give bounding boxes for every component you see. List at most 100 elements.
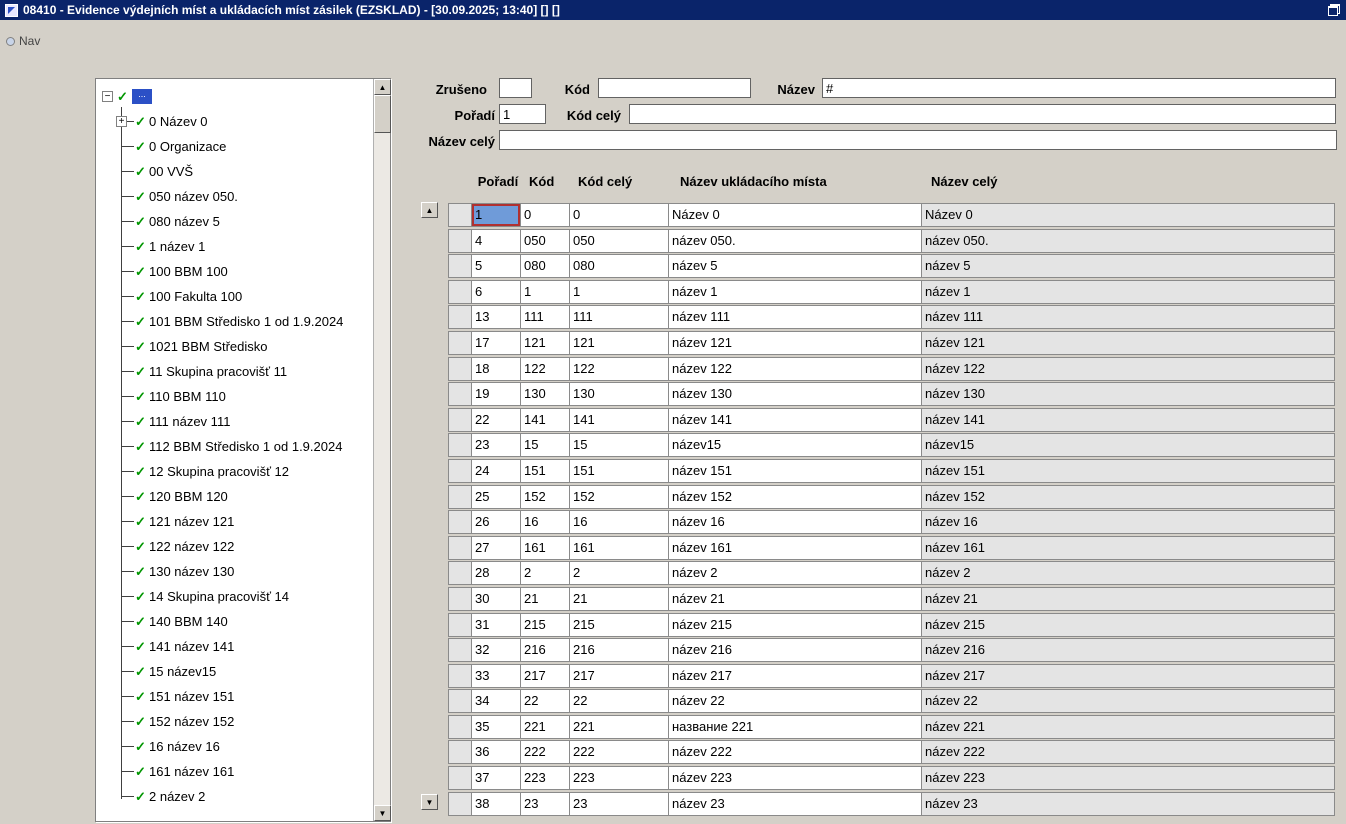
table-cell[interactable]: 050 bbox=[569, 228, 669, 253]
table-row[interactable]: 13 111 111 název 111 název 111 bbox=[448, 305, 1335, 330]
table-cell[interactable]: 2 bbox=[569, 561, 669, 586]
row-selector[interactable] bbox=[448, 612, 472, 637]
table-cell[interactable]: 217 bbox=[569, 663, 669, 688]
tree-item[interactable]: + ✓ 0 Organizace bbox=[96, 134, 373, 159]
table-cell[interactable]: název 1 bbox=[921, 279, 1335, 304]
table-row[interactable]: 30 21 21 název 21 název 21 bbox=[448, 586, 1335, 611]
table-row[interactable]: 23 15 15 název15 název15 bbox=[448, 433, 1335, 458]
row-selector[interactable] bbox=[448, 279, 472, 304]
table-cell[interactable]: název 151 bbox=[921, 458, 1335, 483]
row-selector[interactable] bbox=[448, 586, 472, 611]
tree-item-label[interactable]: 11 Skupina pracovišť 11 bbox=[149, 364, 287, 379]
tree-item[interactable]: + ✓ 122 název 122 bbox=[96, 534, 373, 559]
row-selector[interactable] bbox=[448, 433, 472, 458]
table-cell[interactable]: název 221 bbox=[921, 714, 1335, 739]
table-row[interactable]: 28 2 2 název 2 název 2 bbox=[448, 561, 1335, 586]
table-cell[interactable]: název 121 bbox=[668, 330, 922, 355]
tree-item-label[interactable]: 100 BBM 100 bbox=[149, 264, 228, 279]
table-cell[interactable]: 161 bbox=[520, 535, 570, 560]
table-row[interactable]: 33 217 217 název 217 název 217 bbox=[448, 663, 1335, 688]
table-cell[interactable]: název 216 bbox=[668, 638, 922, 663]
row-selector[interactable] bbox=[448, 561, 472, 586]
table-row[interactable]: 38 23 23 název 23 název 23 bbox=[448, 791, 1335, 816]
table-cell[interactable]: název 16 bbox=[921, 510, 1335, 535]
tree-item[interactable]: + ✓ 12 Skupina pracovišť 12 bbox=[96, 459, 373, 484]
tree-root-label[interactable]: ... bbox=[132, 89, 152, 104]
table-cell[interactable]: 1 bbox=[520, 279, 570, 304]
table-cell[interactable]: 19 bbox=[471, 382, 521, 407]
tree-item[interactable]: + ✓ 152 název 152 bbox=[96, 709, 373, 734]
tree-item[interactable]: + ✓ 050 název 050. bbox=[96, 184, 373, 209]
table-cell[interactable]: název 23 bbox=[668, 791, 922, 816]
row-selector[interactable] bbox=[448, 356, 472, 381]
table-cell[interactable]: název 111 bbox=[921, 305, 1335, 330]
table-cell[interactable]: 080 bbox=[569, 254, 669, 279]
tree-item-label[interactable]: 121 název 121 bbox=[149, 514, 234, 529]
table-cell[interactable]: 080 bbox=[520, 254, 570, 279]
table-cell[interactable]: 35 bbox=[471, 714, 521, 739]
tree-item[interactable]: + ✓ 121 název 121 bbox=[96, 509, 373, 534]
table-cell[interactable]: 36 bbox=[471, 740, 521, 765]
tree-item-label[interactable]: 152 název 152 bbox=[149, 714, 234, 729]
table-cell[interactable]: 130 bbox=[569, 382, 669, 407]
tree-item-label[interactable]: 130 název 130 bbox=[149, 564, 234, 579]
table-cell[interactable]: 21 bbox=[520, 586, 570, 611]
table-cell[interactable]: 18 bbox=[471, 356, 521, 381]
restore-window-button[interactable] bbox=[1327, 4, 1341, 16]
table-cell[interactable]: Název 0 bbox=[668, 203, 922, 227]
tree-item[interactable]: + ✓ 2 název 2 bbox=[96, 784, 373, 809]
table-row[interactable]: 36 222 222 název 222 název 222 bbox=[448, 740, 1335, 765]
row-selector[interactable] bbox=[448, 689, 472, 714]
table-cell[interactable]: 141 bbox=[569, 407, 669, 432]
tree-item-label[interactable]: 050 název 050. bbox=[149, 189, 238, 204]
table-row[interactable]: 26 16 16 název 16 název 16 bbox=[448, 510, 1335, 535]
table-cell[interactable]: 216 bbox=[569, 638, 669, 663]
tree-item[interactable]: + ✓ 11 Skupina pracovišť 11 bbox=[96, 359, 373, 384]
table-cell[interactable]: 24 bbox=[471, 458, 521, 483]
scroll-down-icon[interactable]: ▼ bbox=[374, 805, 391, 821]
table-cell[interactable]: 15 bbox=[569, 433, 669, 458]
tree-item[interactable]: + ✓ 16 název 16 bbox=[96, 734, 373, 759]
table-row[interactable]: 4 050 050 název 050. název 050. bbox=[448, 228, 1335, 253]
tree-item-label[interactable]: 2 název 2 bbox=[149, 789, 205, 804]
table-cell[interactable]: název 22 bbox=[921, 689, 1335, 714]
tree-item-label[interactable]: 151 název 151 bbox=[149, 689, 234, 704]
table-cell[interactable]: název 16 bbox=[668, 510, 922, 535]
tree-item[interactable]: + ✓ 161 název 161 bbox=[96, 759, 373, 784]
table-cell[interactable]: 141 bbox=[520, 407, 570, 432]
tree-item-label[interactable]: 16 název 16 bbox=[149, 739, 220, 754]
tree-item[interactable]: + ✓ 15 název15 bbox=[96, 659, 373, 684]
table-cell[interactable]: název 21 bbox=[668, 586, 922, 611]
table-cell[interactable]: název 050. bbox=[668, 228, 922, 253]
row-selector[interactable] bbox=[448, 714, 472, 739]
row-selector[interactable] bbox=[448, 535, 472, 560]
table-cell[interactable]: 15 bbox=[520, 433, 570, 458]
table-cell[interactable]: 215 bbox=[520, 612, 570, 637]
nazev-cely-input[interactable] bbox=[499, 130, 1337, 150]
table-cell[interactable]: 22 bbox=[471, 407, 521, 432]
expand-icon[interactable]: + bbox=[116, 116, 127, 127]
tree-item[interactable]: + ✓ 1 název 1 bbox=[96, 234, 373, 259]
table-cell[interactable]: 0 bbox=[520, 203, 570, 227]
table-row[interactable]: 25 152 152 název 152 název 152 bbox=[448, 484, 1335, 509]
tree-item[interactable]: + ✓ 112 BBM Středisko 1 od 1.9.2024 bbox=[96, 434, 373, 459]
table-cell[interactable]: název 2 bbox=[668, 561, 922, 586]
tree-item[interactable]: + ✓ 1021 BBM Středisko bbox=[96, 334, 373, 359]
tree-item-label[interactable]: 112 BBM Středisko 1 od 1.9.2024 bbox=[149, 439, 342, 454]
table-cell[interactable]: název 223 bbox=[921, 766, 1335, 791]
collapse-icon[interactable]: − bbox=[102, 91, 113, 102]
row-selector[interactable] bbox=[448, 228, 472, 253]
table-cell[interactable]: název 222 bbox=[668, 740, 922, 765]
tree-item[interactable]: + ✓ 110 BBM 110 bbox=[96, 384, 373, 409]
tree-item-label[interactable]: 1 název 1 bbox=[149, 239, 205, 254]
table-cell[interactable]: 216 bbox=[520, 638, 570, 663]
tree-item[interactable]: + ✓ 0 Název 0 bbox=[96, 109, 373, 134]
table-cell[interactable]: 17 bbox=[471, 330, 521, 355]
tree-item-label[interactable]: 122 název 122 bbox=[149, 539, 234, 554]
tree-item[interactable]: + ✓ 101 BBM Středisko 1 od 1.9.2024 bbox=[96, 309, 373, 334]
table-cell[interactable]: 0 bbox=[569, 203, 669, 227]
tree-scrollbar[interactable]: ▲ ▼ bbox=[373, 79, 391, 821]
table-cell[interactable]: název 141 bbox=[668, 407, 922, 432]
table-cell[interactable]: 111 bbox=[569, 305, 669, 330]
row-selector[interactable] bbox=[448, 510, 472, 535]
